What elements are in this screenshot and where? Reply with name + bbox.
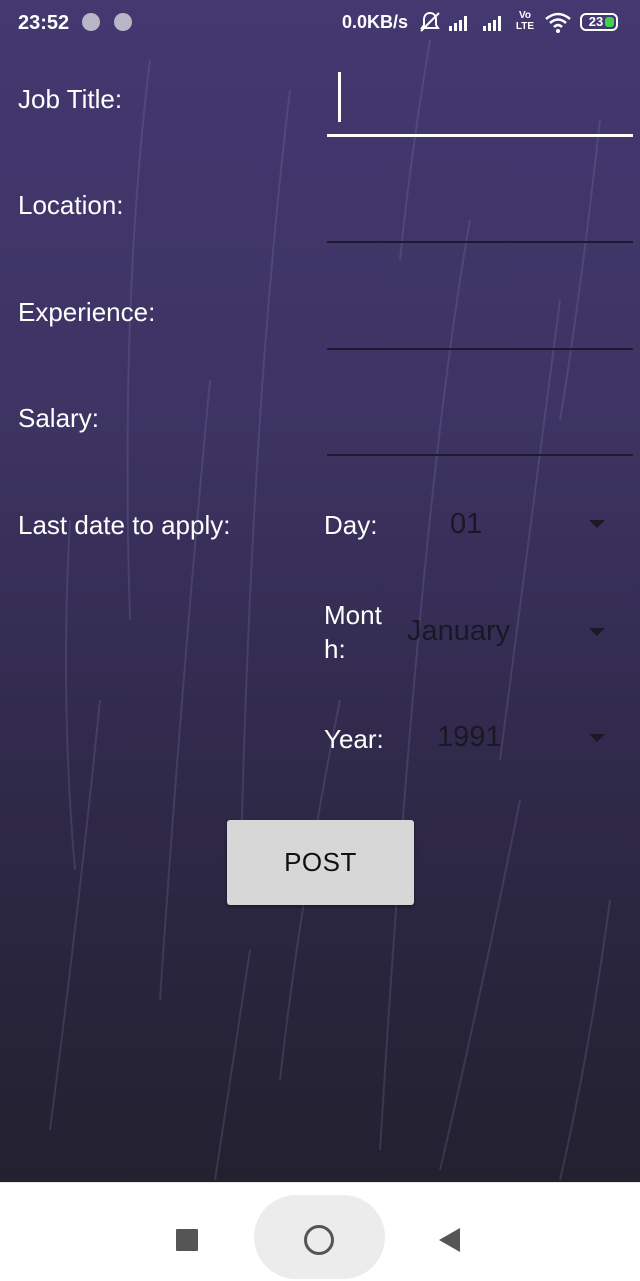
home-icon[interactable] [304, 1225, 334, 1255]
dropdown-caret-icon [589, 628, 605, 636]
battery-icon: 23 [580, 13, 618, 31]
location-label: Location: [18, 190, 124, 220]
salary-underline [327, 454, 633, 456]
dot-icon [114, 13, 132, 31]
recent-apps-icon[interactable] [176, 1229, 198, 1251]
volte-icon: Vo LTE [515, 10, 535, 32]
experience-input[interactable] [327, 279, 633, 349]
dot-icon [82, 13, 100, 31]
app-screen: 23:52 0.0KB/s Vo LTE 23 Job Title: Locat… [0, 0, 640, 1182]
dropdown-caret-icon [589, 734, 605, 742]
post-button[interactable]: POST [227, 820, 414, 905]
text-cursor [338, 72, 341, 122]
last-date-label: Last date to apply: [18, 510, 231, 540]
experience-label: Experience: [18, 297, 156, 327]
job-title-underline [327, 134, 633, 137]
experience-underline [327, 348, 633, 350]
year-label: Year: [324, 724, 384, 754]
salary-input[interactable] [327, 385, 633, 455]
net-speed: 0.0KB/s [342, 12, 409, 32]
salary-label: Salary: [18, 403, 99, 433]
location-input[interactable] [327, 172, 633, 242]
location-underline [327, 241, 633, 243]
year-value: 1991 [437, 721, 502, 753]
status-bar: 23:52 0.0KB/s Vo LTE 23 [0, 0, 640, 46]
signal-icon [449, 16, 467, 31]
month-value: January [407, 615, 511, 647]
back-icon[interactable] [439, 1228, 460, 1252]
month-label-line1: Mont [324, 600, 382, 630]
battery-level: 23 [588, 14, 604, 29]
wifi-icon [545, 12, 571, 33]
signal-icon [483, 16, 501, 31]
job-title-input[interactable] [327, 66, 633, 136]
mute-bell-icon [420, 11, 440, 32]
job-title-label: Job Title: [18, 84, 123, 114]
status-time: 23:52 [18, 12, 70, 34]
month-label-line2: h: [324, 634, 346, 664]
navigation-bar [0, 1182, 640, 1281]
day-value: 01 [450, 508, 483, 540]
dropdown-caret-icon [589, 520, 605, 528]
month-label: Mont h: [324, 598, 382, 666]
day-label: Day: [324, 510, 378, 540]
